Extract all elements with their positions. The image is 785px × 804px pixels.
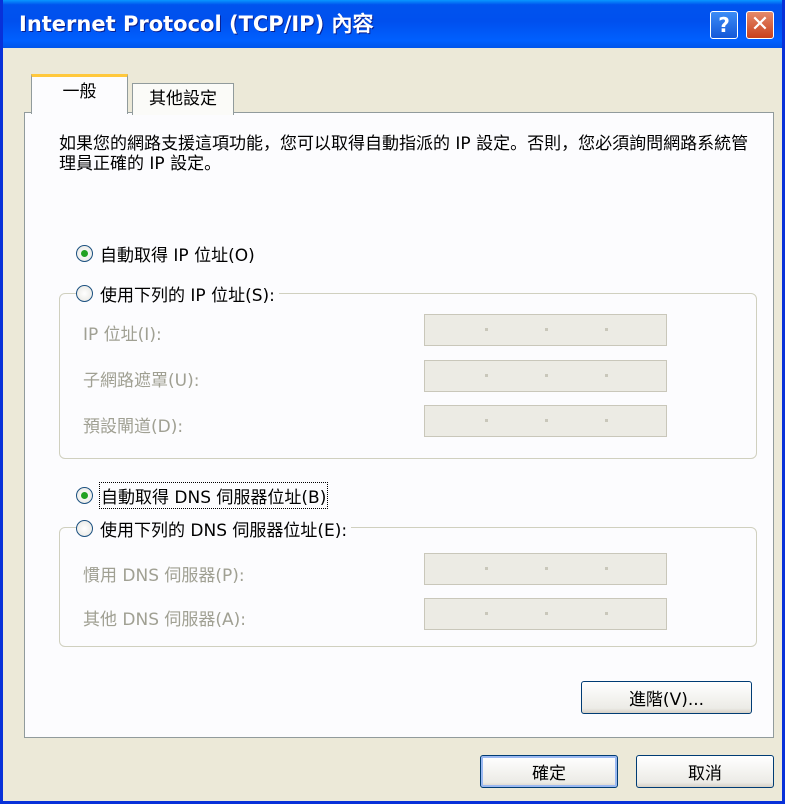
subnet-mask-label: 子網路遮罩(U): — [83, 371, 200, 391]
close-icon: ✕ — [750, 12, 770, 37]
octet-separator — [605, 374, 608, 377]
octet-separator — [485, 374, 488, 377]
general-tab-panel: 如果您的網路支援這項功能，您可以取得自動指派的 IP 設定。否則，您必須詢問網路… — [24, 112, 774, 738]
title-bar[interactable]: Internet Protocol (TCP/IP) 內容 ? ✕ — [3, 0, 782, 48]
octet-separator — [545, 328, 548, 331]
octet-separator — [485, 567, 488, 570]
manual-dns-label: 使用下列的 DNS 伺服器位址(E): — [100, 521, 348, 541]
help-button[interactable]: ? — [710, 11, 738, 39]
auto-dns-label: 自動取得 DNS 伺服器位址(B) — [98, 482, 329, 509]
advanced-button-label: 進階(V)... — [628, 690, 705, 710]
alternate-dns-label: 其他 DNS 伺服器(A): — [83, 610, 247, 630]
octet-separator — [605, 419, 608, 422]
radio-selected-icon — [76, 487, 93, 504]
manual-ip-label: 使用下列的 IP 位址(S): — [100, 286, 275, 306]
radio-unselected-icon — [76, 520, 93, 537]
octet-separator — [545, 374, 548, 377]
auto-dns-radio[interactable]: 自動取得 DNS 伺服器位址(B) — [76, 482, 332, 509]
cancel-button-label: 取消 — [688, 764, 722, 784]
tab-other-settings-label: 其他設定 — [149, 89, 217, 109]
default-gateway-label: 預設閘道(D): — [83, 417, 184, 437]
ip-address-label: IP 位址(I): — [83, 325, 162, 345]
advanced-button[interactable]: 進階(V)... — [581, 681, 752, 714]
window-title: Internet Protocol (TCP/IP) 內容 — [19, 12, 374, 36]
octet-separator — [485, 328, 488, 331]
octet-separator — [485, 419, 488, 422]
cancel-button[interactable]: 取消 — [636, 755, 774, 788]
manual-dns-radio[interactable]: 使用下列的 DNS 伺服器位址(E): — [76, 516, 352, 541]
octet-separator — [545, 612, 548, 615]
octet-separator — [605, 612, 608, 615]
octet-separator — [605, 567, 608, 570]
description-text: 如果您的網路支援這項功能，您可以取得自動指派的 IP 設定。否則，您必須詢問網路… — [59, 134, 749, 174]
preferred-dns-field[interactable] — [424, 553, 667, 585]
ip-address-field[interactable] — [424, 314, 667, 346]
subnet-mask-field[interactable] — [424, 360, 667, 392]
octet-separator — [485, 612, 488, 615]
preferred-dns-label: 慣用 DNS 伺服器(P): — [83, 566, 245, 586]
auto-ip-label: 自動取得 IP 位址(O) — [100, 246, 255, 266]
auto-ip-radio[interactable]: 自動取得 IP 位址(O) — [76, 241, 259, 266]
radio-selected-icon — [76, 245, 93, 262]
manual-ip-radio[interactable]: 使用下列的 IP 位址(S): — [76, 281, 279, 306]
ok-button[interactable]: 確定 — [480, 755, 618, 788]
help-icon: ? — [718, 13, 730, 37]
close-button[interactable]: ✕ — [746, 11, 774, 39]
octet-separator — [605, 328, 608, 331]
dialog-window: Internet Protocol (TCP/IP) 內容 ? ✕ 一般 其他設… — [0, 0, 785, 804]
octet-separator — [545, 419, 548, 422]
tab-other-settings[interactable]: 其他設定 — [132, 83, 234, 115]
tab-general-label: 一般 — [62, 82, 97, 102]
alternate-dns-field[interactable] — [424, 598, 667, 630]
ok-button-label: 確定 — [532, 764, 566, 784]
octet-separator — [545, 567, 548, 570]
radio-unselected-icon — [76, 285, 93, 302]
default-gateway-field[interactable] — [424, 405, 667, 437]
tab-general[interactable]: 一般 — [31, 74, 128, 114]
